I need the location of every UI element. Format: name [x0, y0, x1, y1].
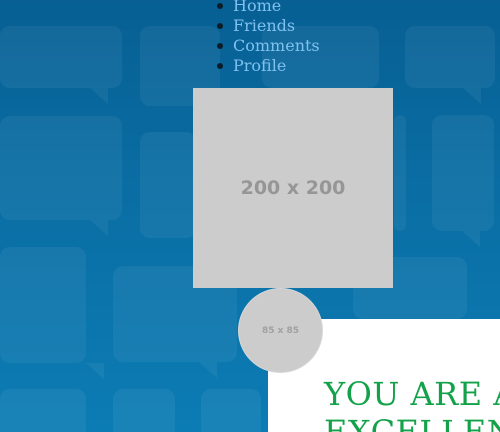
speech-bubble-icon — [0, 389, 86, 432]
speech-bubble-icon — [113, 389, 175, 432]
nav-link-comments[interactable]: Comments — [233, 36, 320, 55]
avatar: 85 x 85 — [238, 288, 323, 373]
speech-bubble-icon — [432, 115, 494, 247]
speech-bubble-icon — [405, 26, 495, 104]
main-nav: Home Friends Comments Profile — [217, 0, 320, 76]
nav-link-home[interactable]: Home — [233, 0, 281, 15]
avatar-placeholder-label: 85 x 85 — [261, 325, 300, 336]
speech-bubble-icon — [140, 132, 196, 238]
speech-bubble-icon — [0, 247, 104, 379]
nav-link-profile[interactable]: Profile — [233, 56, 286, 75]
large-image-placeholder-label: 200 x 200 — [240, 177, 346, 199]
speech-bubble-icon — [201, 389, 261, 432]
nav-item-profile: Profile — [217, 56, 320, 76]
speech-bubble-icon — [0, 116, 122, 236]
nav-item-home: Home — [217, 0, 320, 16]
speech-bubble-icon — [394, 115, 406, 231]
nav-link-friends[interactable]: Friends — [233, 16, 295, 35]
large-image-placeholder: 200 x 200 — [193, 88, 393, 288]
nav-item-friends: Friends — [217, 16, 320, 36]
speech-bubble-icon — [0, 26, 122, 104]
nav-item-comments: Comments — [217, 36, 320, 56]
panel-heading: YOU ARE A EXCELLENT — [324, 375, 500, 432]
